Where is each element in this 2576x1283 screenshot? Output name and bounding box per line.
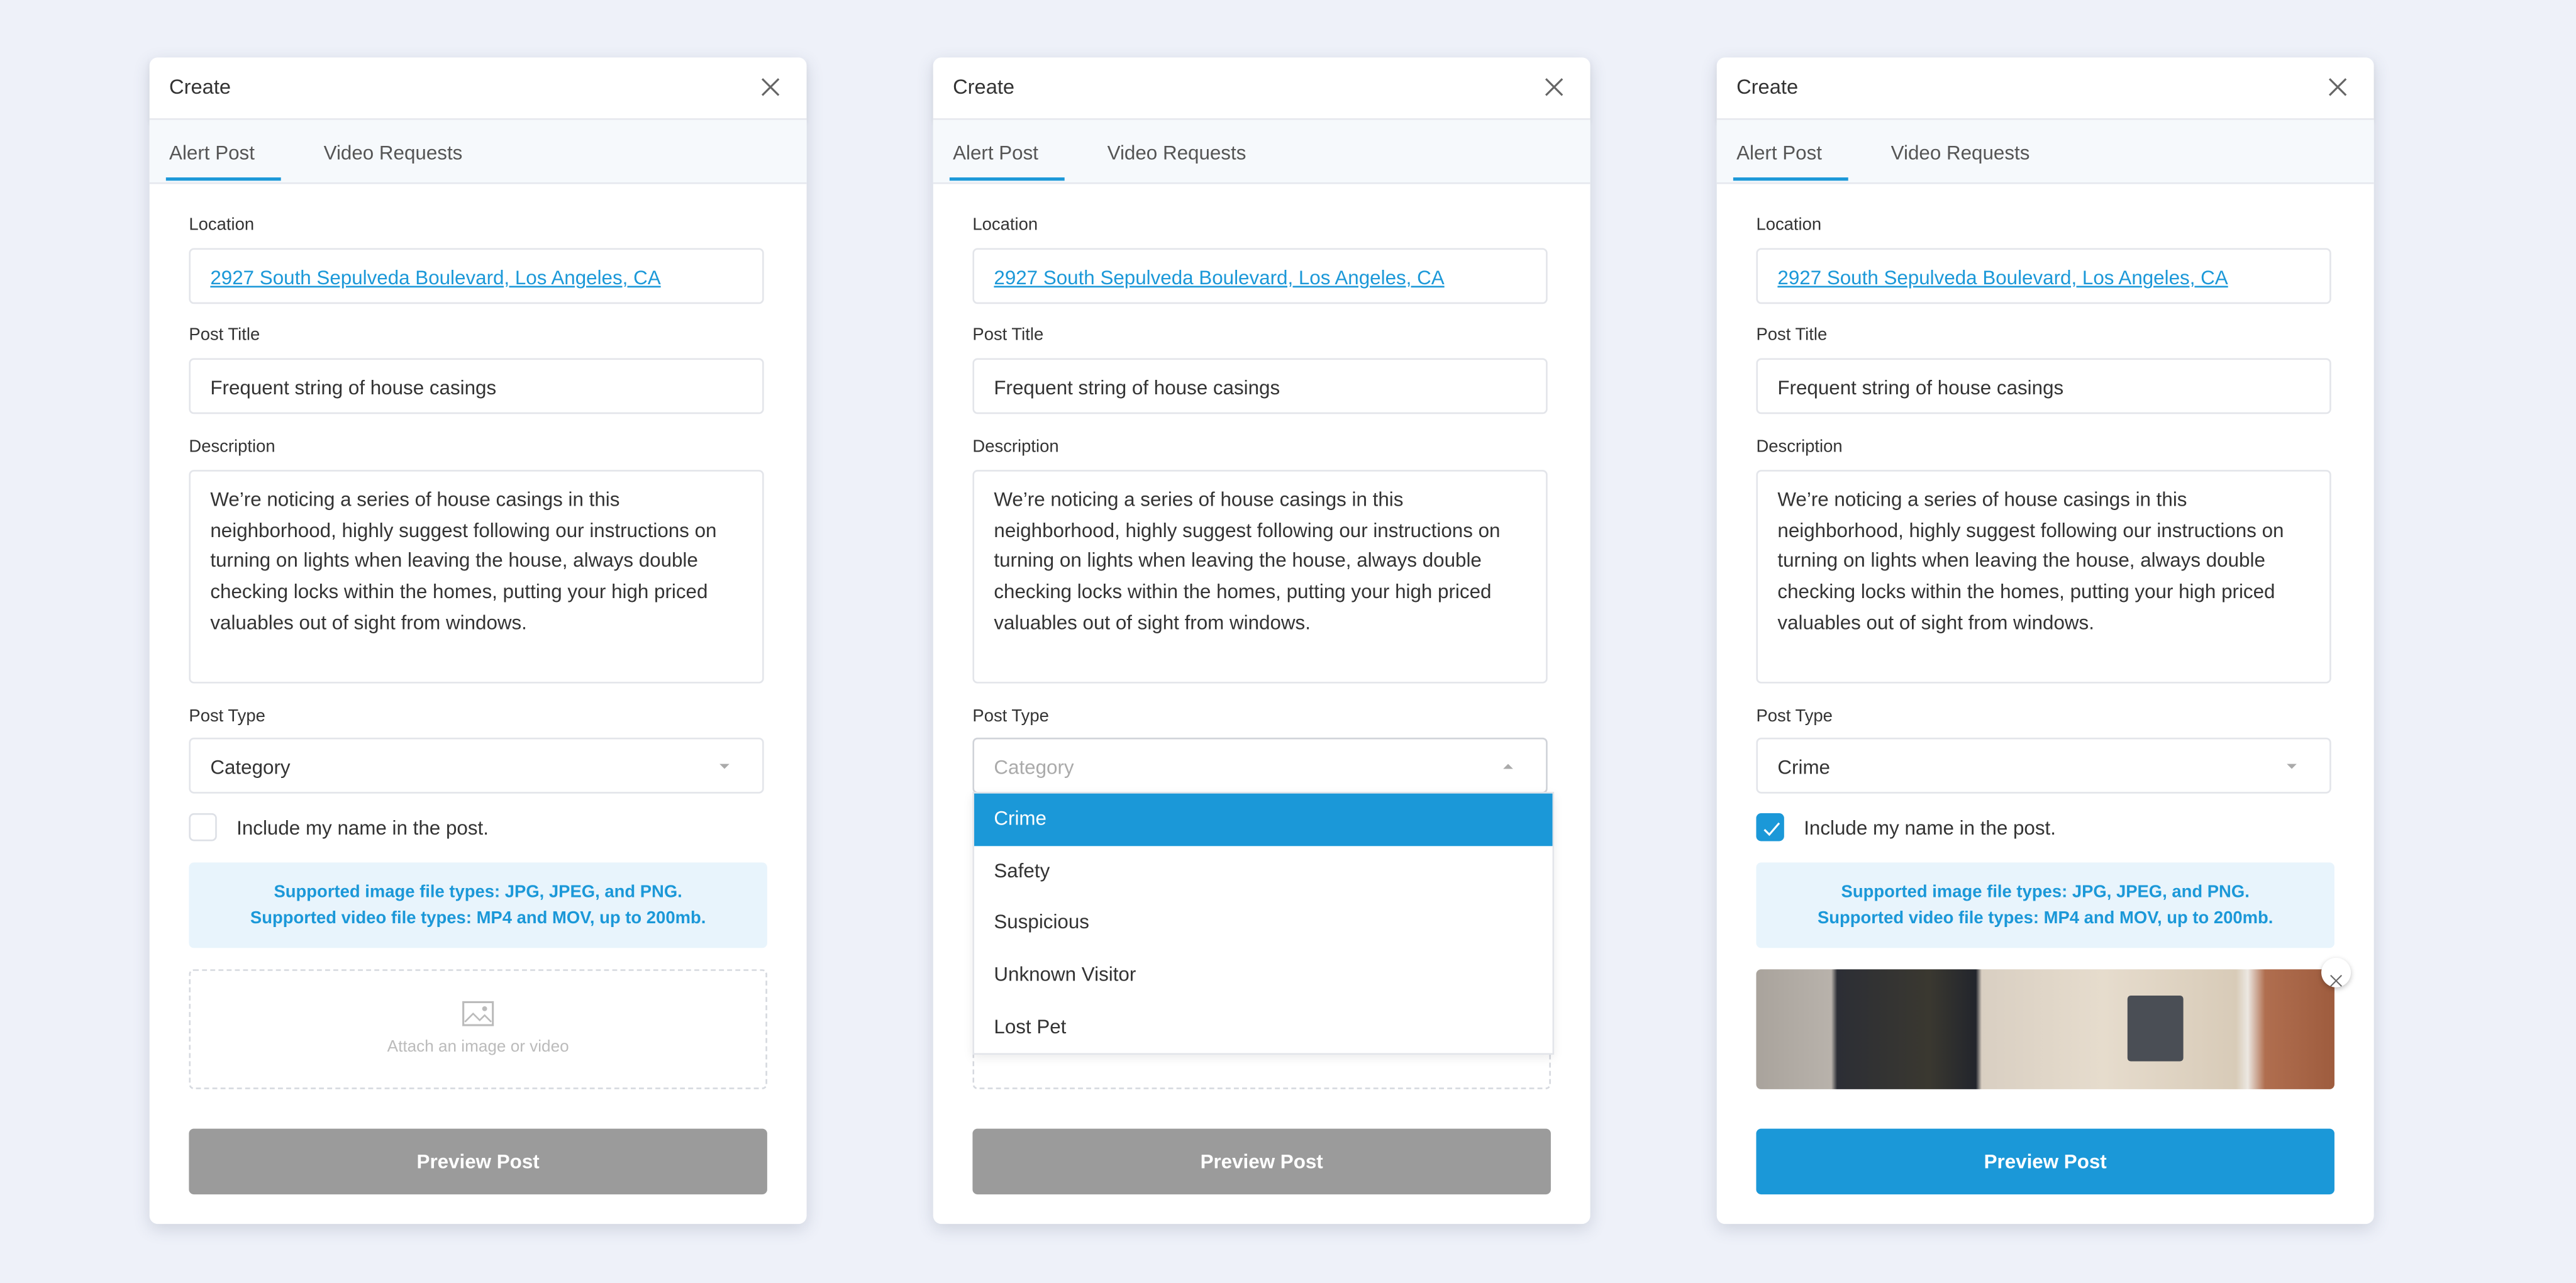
preview-post-button[interactable]: Preview Post xyxy=(1756,1128,2334,1195)
post-type-select[interactable]: Crime xyxy=(1756,737,2331,794)
post-type-value: Category xyxy=(210,755,291,779)
tab-video-requests[interactable]: Video Requests xyxy=(1891,142,2030,165)
video-types-text: Supported video file types: MP4 and MOV,… xyxy=(250,908,706,928)
tab-video-requests[interactable]: Video Requests xyxy=(1108,142,1246,165)
dialog-header: Create xyxy=(149,57,807,120)
dialog-title: Create xyxy=(169,75,231,99)
include-name-label: Include my name in the post. xyxy=(236,816,489,840)
post-title-value: Frequent string of house casings xyxy=(1777,376,2064,399)
location-link[interactable]: 2927 South Sepulveda Boulevard, Los Ange… xyxy=(994,266,1444,289)
description-textarea[interactable]: We’re noticing a series of house casings… xyxy=(1756,470,2331,684)
dropdown-option[interactable]: Crime xyxy=(974,793,1553,846)
close-icon xyxy=(2329,966,2343,987)
caret-up-icon xyxy=(1503,764,1513,769)
include-name-checkbox[interactable] xyxy=(1756,813,1784,841)
active-tab-indicator xyxy=(165,177,281,181)
description-label: Description xyxy=(1756,436,1843,457)
active-tab-indicator xyxy=(1733,177,1848,181)
post-title-input[interactable]: Frequent string of house casings xyxy=(189,358,764,414)
mailbox-image-detail xyxy=(2127,995,2184,1062)
description-label: Description xyxy=(189,436,275,457)
dialog-title: Create xyxy=(953,75,1015,99)
dropdown-option[interactable]: Safety xyxy=(974,845,1552,897)
remove-attachment-button[interactable] xyxy=(2321,957,2351,987)
create-dialog-1: Create Alert Post Video Requests Locatio… xyxy=(149,57,807,1225)
location-field[interactable]: 2927 South Sepulveda Boulevard, Los Ange… xyxy=(972,248,1548,304)
description-textarea[interactable]: We’re noticing a series of house casings… xyxy=(972,470,1548,684)
dropdown-option[interactable]: Unknown Visitor xyxy=(974,950,1552,1002)
post-type-dropdown: Crime Safety Suspicious Unknown Visitor Lost… xyxy=(972,792,1555,1056)
image-types-text: Supported image file types: JPG, JPEG, a… xyxy=(1841,882,2250,903)
post-title-label: Post Title xyxy=(972,325,1044,345)
post-type-placeholder: Category xyxy=(994,755,1074,779)
create-dialog-3: Create Alert Post Video Requests Locatio… xyxy=(1716,57,2374,1225)
post-type-label: Post Type xyxy=(972,706,1049,726)
preview-post-button[interactable]: Preview Post xyxy=(189,1128,767,1195)
dialog-title: Create xyxy=(1736,75,1799,99)
location-link[interactable]: 2927 South Sepulveda Boulevard, Los Ange… xyxy=(1777,266,2228,289)
post-title-input[interactable]: Frequent string of house casings xyxy=(1756,358,2331,414)
tab-video-requests[interactable]: Video Requests xyxy=(324,142,463,165)
file-types-info: Supported image file types: JPG, JPEG, a… xyxy=(189,862,767,948)
tab-alert-post[interactable]: Alert Post xyxy=(169,142,255,165)
active-tab-indicator xyxy=(949,177,1065,181)
video-types-text: Supported video file types: MP4 and MOV,… xyxy=(1817,908,2273,928)
location-link[interactable]: 2927 South Sepulveda Boulevard, Los Ange… xyxy=(210,266,660,289)
post-type-label: Post Type xyxy=(1756,706,1833,726)
tab-bar: Alert Post Video Requests xyxy=(933,119,1591,184)
close-icon[interactable] xyxy=(1544,75,1563,96)
post-type-select[interactable]: Category xyxy=(972,737,1548,794)
close-icon[interactable] xyxy=(760,75,780,96)
dropdown-option[interactable]: Lost Pet xyxy=(974,1002,1552,1054)
post-title-input[interactable]: Frequent string of house casings xyxy=(972,358,1548,414)
post-type-select[interactable]: Category xyxy=(189,737,764,794)
tab-bar: Alert Post Video Requests xyxy=(149,119,807,184)
dropdown-option[interactable]: Suspicious xyxy=(974,897,1552,950)
preview-post-button[interactable]: Preview Post xyxy=(972,1128,1551,1195)
dialog-header: Create xyxy=(1716,57,2374,120)
post-title-label: Post Title xyxy=(1756,325,1828,345)
file-types-info: Supported image file types: JPG, JPEG, a… xyxy=(1756,862,2334,948)
image-types-text: Supported image file types: JPG, JPEG, a… xyxy=(274,882,682,903)
location-field[interactable]: 2927 South Sepulveda Boulevard, Los Ange… xyxy=(1756,248,2331,304)
caret-down-icon xyxy=(2287,764,2297,769)
create-dialog-2: Create Alert Post Video Requests Locatio… xyxy=(933,57,1591,1225)
attached-photo xyxy=(1756,969,2334,1089)
post-title-label: Post Title xyxy=(189,325,260,345)
attach-label: Attach an image or video xyxy=(387,1038,569,1057)
post-type-label: Post Type xyxy=(189,706,265,726)
post-type-value: Crime xyxy=(1777,755,1830,779)
caret-down-icon xyxy=(719,764,730,769)
dialog-header: Create xyxy=(933,57,1591,120)
post-title-value: Frequent string of house casings xyxy=(210,376,497,399)
check-icon xyxy=(1763,822,1780,836)
close-icon[interactable] xyxy=(2328,75,2347,96)
tab-bar: Alert Post Video Requests xyxy=(1716,119,2374,184)
description-textarea[interactable]: We’re noticing a series of house casings… xyxy=(189,470,764,684)
attach-dropzone[interactable]: Attach an image or video xyxy=(189,969,767,1089)
tab-alert-post[interactable]: Alert Post xyxy=(1736,142,1822,165)
include-name-checkbox[interactable] xyxy=(189,813,217,841)
location-field[interactable]: 2927 South Sepulveda Boulevard, Los Ange… xyxy=(189,248,764,304)
location-label: Location xyxy=(972,215,1038,235)
image-icon xyxy=(462,1001,494,1026)
description-label: Description xyxy=(972,436,1059,457)
tab-alert-post[interactable]: Alert Post xyxy=(953,142,1038,165)
location-label: Location xyxy=(189,215,255,235)
location-label: Location xyxy=(1756,215,1822,235)
include-name-label: Include my name in the post. xyxy=(1804,816,2056,840)
post-title-value: Frequent string of house casings xyxy=(994,376,1280,399)
